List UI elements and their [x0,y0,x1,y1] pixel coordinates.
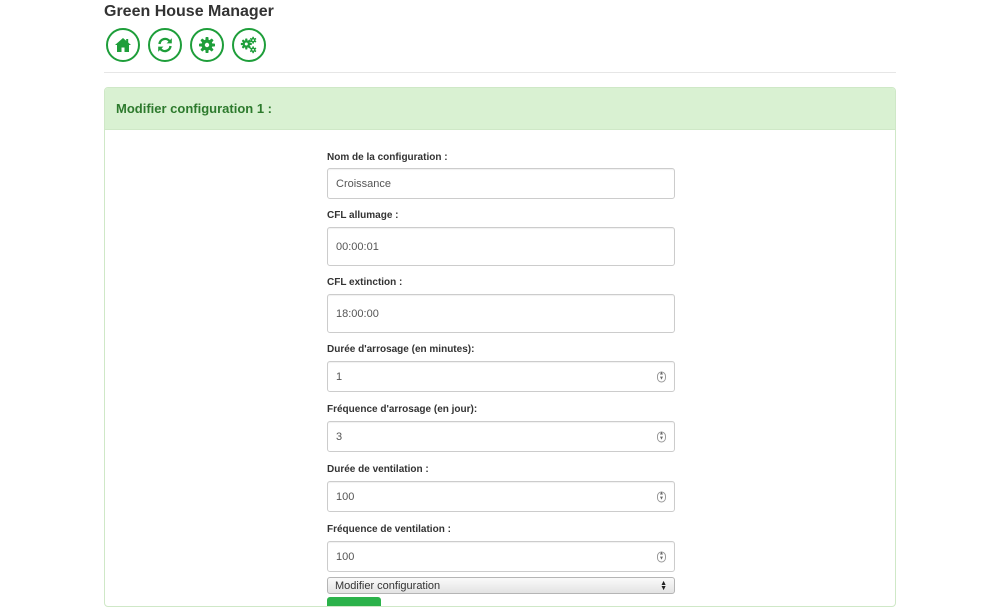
panel-heading: Modifier configuration 1 : [105,88,895,130]
cfl-allumage-value: 00:00:01 [336,240,379,253]
cfl-allumage-input[interactable]: 00:00:01 [327,227,675,266]
advanced-settings-button[interactable] [232,28,266,62]
cfl-extinction-input[interactable]: 18:00:00 [327,294,675,333]
duree-arrosage-input[interactable]: 1 ▲ ▼ [327,361,675,392]
nom-group: Nom de la configuration : Croissance [327,151,675,199]
duree-arrosage-group: Durée d'arrosage (en minutes): 1 ▲ ▼ [327,343,675,392]
header-divider [104,72,896,73]
nom-label: Nom de la configuration : [327,152,448,163]
duree-ventilation-input[interactable]: 100 ▲ ▼ [327,481,675,512]
config-panel: Modifier configuration 1 : Nom de la con… [104,87,896,607]
frequence-ventilation-group: Fréquence de ventilation : 100 ▲ ▼ [327,523,675,572]
toolbar [106,28,266,62]
config-form: Nom de la configuration : Croissance CFL… [327,149,675,606]
gears-icon [240,36,257,54]
cfl-extinction-value: 18:00:00 [336,307,379,320]
cfl-allumage-group: CFL allumage : 00:00:01 [327,209,675,266]
duree-ventilation-label: Durée de ventilation : [327,464,429,475]
duree-arrosage-label: Durée d'arrosage (en minutes): [327,344,475,355]
cfl-extinction-label: CFL extinction : [327,277,403,288]
frequence-arrosage-value: 3 [336,430,343,443]
nom-input[interactable]: Croissance [327,168,675,199]
submit-button[interactable] [327,597,381,606]
duree-ventilation-value: 100 [336,490,355,503]
app-title: Green House Manager [104,3,274,20]
duree-ventilation-group: Durée de ventilation : 100 ▲ ▼ [327,463,675,512]
duree-ventilation-stepper[interactable]: ▲ ▼ [657,491,666,502]
refresh-icon [158,37,172,53]
duree-arrosage-value: 1 [336,370,343,383]
frequence-ventilation-value: 100 [336,550,355,563]
select-arrows-icon: ▲ ▼ [660,579,667,592]
panel-title: Modifier configuration 1 : [116,101,272,116]
frequence-arrosage-label: Fréquence d'arrosage (en jour): [327,404,478,415]
gear-icon [199,37,215,53]
duree-arrosage-stepper[interactable]: ▲ ▼ [657,371,666,382]
frequence-arrosage-stepper[interactable]: ▲ ▼ [657,431,666,442]
home-button[interactable] [106,28,140,62]
frequence-arrosage-group: Fréquence d'arrosage (en jour): 3 ▲ ▼ [327,403,675,452]
cfl-allumage-label: CFL allumage : [327,210,399,221]
settings-button[interactable] [190,28,224,62]
home-icon [115,38,131,52]
frequence-ventilation-input[interactable]: 100 ▲ ▼ [327,541,675,572]
action-select-value: Modifier configuration [335,579,441,592]
frequence-arrosage-input[interactable]: 3 ▲ ▼ [327,421,675,452]
action-select[interactable]: Modifier configuration ▲ ▼ [327,577,675,594]
nom-value: Croissance [336,177,392,190]
cfl-extinction-group: CFL extinction : 18:00:00 [327,276,675,333]
refresh-button[interactable] [148,28,182,62]
frequence-ventilation-label: Fréquence de ventilation : [327,524,451,535]
frequence-ventilation-stepper[interactable]: ▲ ▼ [657,551,666,562]
